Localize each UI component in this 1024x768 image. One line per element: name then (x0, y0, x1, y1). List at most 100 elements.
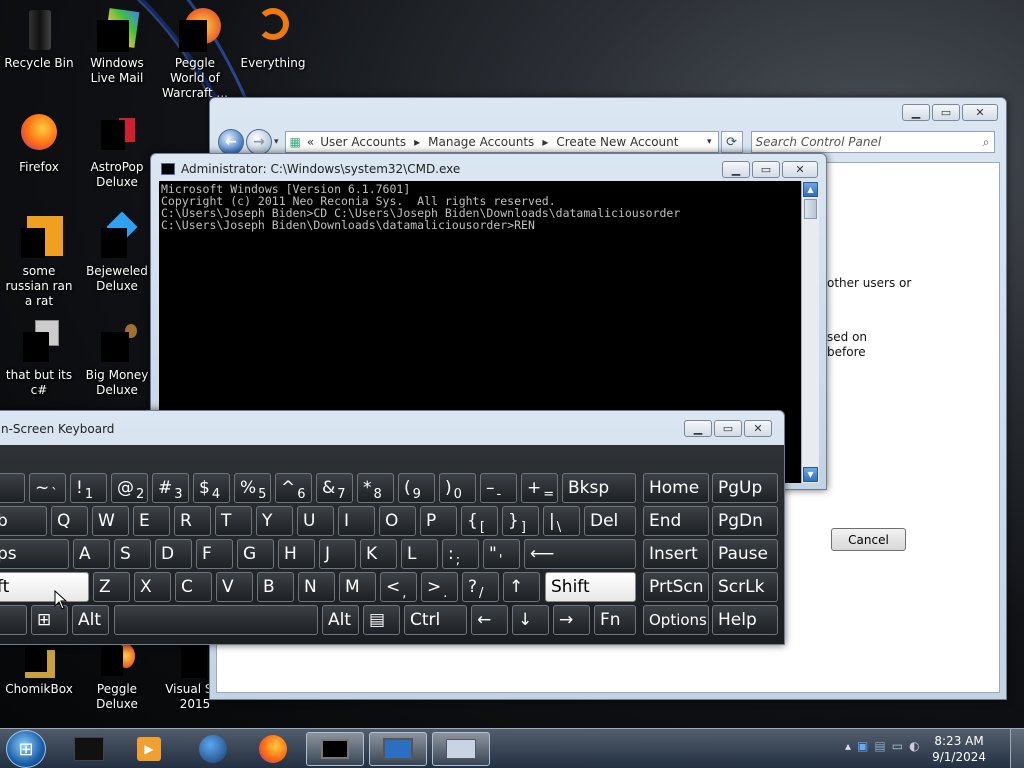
key-backslash[interactable]: | \ (543, 506, 580, 536)
on-screen-keyboard-window[interactable]: n-Screen Keyboard ▁ ▭ ✕ ~ ` ! 1 @2 #3 $4 %… (0, 410, 785, 645)
breadcrumb-manage-accounts[interactable]: Manage Accounts (428, 135, 534, 149)
chevron-right-icon[interactable]: ▸ (542, 135, 548, 149)
desktop-icon-firefox[interactable]: Firefox (0, 110, 78, 175)
key-semicolon[interactable]: :; (442, 539, 479, 569)
key-c[interactable]: C (175, 572, 212, 602)
key-enter[interactable]: ⟵ (524, 539, 636, 569)
key-n[interactable]: N (298, 572, 335, 602)
key-quote[interactable]: " ' (483, 539, 520, 569)
close-button[interactable]: ✕ (962, 104, 998, 121)
close-button[interactable]: ✕ (782, 161, 818, 178)
key-z[interactable]: Z (93, 572, 130, 602)
key-options[interactable]: Options (643, 605, 709, 635)
key-tilde[interactable]: ~ ` (29, 473, 66, 503)
key-fn[interactable]: Fn (594, 605, 636, 635)
key-comma[interactable]: <, (380, 572, 417, 602)
key-t[interactable]: T (215, 506, 252, 536)
search-input[interactable]: Search Control Panel ⌕ (750, 131, 995, 153)
key-m[interactable]: M (339, 572, 376, 602)
desktop-icon-big-money[interactable]: Big Money Deluxe (78, 318, 156, 398)
taskbar-control-panel[interactable] (369, 732, 427, 766)
key-o[interactable]: O (379, 506, 416, 536)
key-ctrl-right[interactable]: Ctrl (404, 605, 467, 635)
maximize-button[interactable]: ▭ (752, 161, 780, 178)
key-w[interactable]: W (92, 506, 129, 536)
minimize-button[interactable]: ▁ (902, 104, 930, 121)
taskbar-cmd[interactable] (306, 732, 364, 766)
chevron-down-icon[interactable]: ▾ (274, 137, 279, 147)
key-up-arrow[interactable]: ↑ (503, 572, 540, 602)
key-4[interactable]: $4 (193, 473, 230, 503)
key-h[interactable]: H (278, 539, 315, 569)
key-9[interactable]: (9 (398, 473, 435, 503)
key-0[interactable]: ) 0 (439, 473, 476, 503)
key-left-shift[interactable]: ft (0, 572, 89, 602)
breadcrumb-overflow[interactable]: « (307, 135, 314, 149)
cancel-button[interactable]: Cancel (831, 528, 906, 551)
key-esc[interactable] (0, 473, 25, 503)
desktop-icon-peggle-wow[interactable]: Peggle World of Warcraft ... (156, 6, 234, 101)
back-button[interactable]: ← (218, 129, 244, 155)
close-button[interactable]: ✕ (744, 420, 772, 437)
key-k[interactable]: K (360, 539, 397, 569)
key-2[interactable]: @2 (111, 473, 148, 503)
scroll-down-button[interactable]: ▼ (803, 467, 818, 482)
key-x[interactable]: X (134, 572, 171, 602)
key-del[interactable]: Del (584, 506, 636, 536)
desktop-icon-bejeweled[interactable]: Bejeweled Deluxe (78, 211, 156, 294)
refresh-button[interactable]: ⟳ (720, 131, 743, 153)
start-button[interactable]: ⊞ (6, 730, 46, 768)
key-help[interactable]: Help (712, 605, 778, 635)
key-insert[interactable]: Insert (643, 539, 709, 569)
show-desktop-button[interactable] (1010, 729, 1024, 768)
key-q[interactable]: Q (51, 506, 88, 536)
volume-icon[interactable]: ◐ (909, 739, 919, 753)
desktop-icon-everything[interactable]: Everything (234, 6, 312, 71)
address-bar[interactable]: ▦ « User Accounts ▸ Manage Accounts ▸ Cr… (284, 131, 719, 153)
key-down-arrow[interactable]: ↓ (512, 605, 549, 635)
minimize-button[interactable]: ▁ (684, 420, 712, 437)
minimize-button[interactable]: ▁ (722, 161, 750, 178)
key-g[interactable]: G (237, 539, 274, 569)
key-8[interactable]: * 8 (357, 473, 394, 503)
key-r[interactable]: R (174, 506, 211, 536)
desktop-icon-that-but-c[interactable]: that but its c# (0, 318, 78, 398)
chevron-up-icon[interactable]: ▴ (845, 739, 851, 753)
key-f[interactable]: F (196, 539, 233, 569)
key-l[interactable]: L (401, 539, 438, 569)
key-right-arrow[interactable]: → (553, 605, 590, 635)
key-y[interactable]: Y (256, 506, 293, 536)
taskbar-firefox[interactable] (244, 732, 302, 766)
key-7[interactable]: & 7 (316, 473, 353, 503)
key-ctrl-left[interactable] (0, 605, 27, 635)
key-1[interactable]: ! 1 (70, 473, 107, 503)
taskbar-app-1[interactable] (60, 732, 118, 766)
desktop-icon-some-russian[interactable]: some russian ran a rat (0, 214, 78, 309)
key-v[interactable]: V (216, 572, 253, 602)
desktop-icon-recycle-bin[interactable]: Recycle Bin (0, 6, 78, 71)
forward-button[interactable]: → (246, 129, 272, 155)
breadcrumb-user-accounts[interactable]: User Accounts (320, 135, 406, 149)
chevron-right-icon[interactable]: ▸ (414, 135, 420, 149)
key-s[interactable]: S (114, 539, 151, 569)
key-home[interactable]: Home (643, 473, 709, 503)
breadcrumb-create-new-account[interactable]: Create New Account (556, 135, 678, 149)
vertical-scrollbar[interactable]: ▲ ▼ (801, 181, 819, 483)
key-lbracket[interactable]: {[ (461, 506, 498, 536)
key-e[interactable]: E (133, 506, 170, 536)
monitor-icon[interactable]: ▭ (892, 739, 903, 753)
key-pgdn[interactable]: PgDn (712, 506, 778, 536)
key-left-arrow[interactable]: ← (471, 605, 508, 635)
key-alt-left[interactable]: Alt (72, 605, 109, 635)
chevron-down-icon[interactable]: ▾ (707, 137, 712, 147)
network-icon[interactable]: ▣ (857, 739, 868, 753)
key-6[interactable]: ^ 6 (275, 473, 312, 503)
desktop-icon-astropop[interactable]: AstroPop Deluxe (78, 110, 156, 190)
key-j[interactable]: J (319, 539, 356, 569)
key-3[interactable]: #3 (152, 473, 189, 503)
device-icon[interactable]: ▤ (874, 739, 885, 753)
maximize-button[interactable]: ▭ (714, 420, 742, 437)
key-b[interactable]: B (257, 572, 294, 602)
key-alt-right[interactable]: Alt (322, 605, 359, 635)
key-backspace[interactable]: Bksp (562, 473, 636, 503)
